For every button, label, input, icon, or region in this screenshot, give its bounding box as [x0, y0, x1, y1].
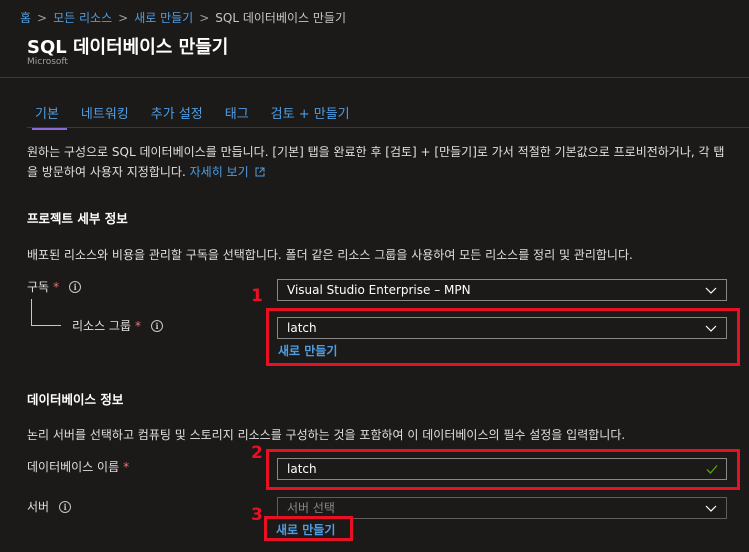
tab-review-create[interactable]: 검토 + 만들기	[271, 103, 350, 130]
intro-description: 원하는 구성으로 SQL 데이터베이스를 만듭니다. [기본] 탭을 완료한 후…	[27, 145, 725, 179]
tabs-divider	[27, 127, 749, 128]
info-icon[interactable]: i	[69, 281, 82, 293]
page-subtitle: Microsoft	[27, 57, 68, 67]
required-marker: *	[53, 280, 60, 294]
required-marker: *	[123, 460, 130, 474]
highlight-box-1	[266, 308, 740, 366]
tab-additional-settings[interactable]: 추가 설정	[151, 103, 203, 130]
resource-group-label-text: 리소스 그룹	[72, 319, 132, 333]
database-name-label-text: 데이터베이스 이름	[27, 460, 120, 474]
database-details-heading: 데이터베이스 정보	[27, 392, 124, 407]
subscription-label: 구독 * i	[27, 278, 82, 295]
annotation-number-3: 3	[251, 505, 263, 525]
highlight-box-2	[266, 449, 740, 490]
breadcrumb-create-new[interactable]: 새로 만들기	[134, 11, 193, 25]
tab-bar: 기본 네트워킹 추가 설정 태그 검토 + 만들기	[27, 103, 366, 130]
project-details-description: 배포된 리소스와 비용을 관리할 구독을 선택합니다. 폴더 같은 리소스 그룹…	[27, 248, 633, 262]
subscription-value: Visual Studio Enterprise – MPN	[287, 283, 471, 297]
tab-tags[interactable]: 태그	[225, 103, 249, 130]
tab-basics[interactable]: 기본	[32, 103, 67, 130]
subscription-select[interactable]: Visual Studio Enterprise – MPN	[277, 279, 727, 301]
highlight-box-3	[264, 516, 353, 541]
resource-group-label: 리소스 그룹 * i	[72, 317, 164, 334]
breadcrumb-separator: >	[37, 11, 48, 25]
database-name-label: 데이터베이스 이름 *	[27, 458, 129, 475]
intro-text: 원하는 구성으로 SQL 데이터베이스를 만듭니다. [기본] 탭을 완료한 후…	[27, 142, 732, 182]
info-icon[interactable]: i	[59, 501, 72, 513]
header-divider	[0, 77, 749, 78]
breadcrumb-separator: >	[118, 11, 129, 25]
server-label-text: 서버	[27, 500, 50, 514]
server-placeholder: 서버 선택	[287, 501, 335, 515]
annotation-number-1: 1	[251, 286, 263, 306]
project-details-heading: 프로젝트 세부 정보	[27, 211, 128, 226]
page-title: SQL 데이터베이스 만들기	[27, 37, 229, 58]
breadcrumb-all-resources[interactable]: 모든 리소스	[53, 11, 112, 25]
tab-networking[interactable]: 네트워킹	[81, 103, 129, 130]
server-label: 서버 i	[27, 498, 72, 515]
learn-more-link[interactable]: 자세히 보기	[190, 165, 249, 179]
breadcrumb-home[interactable]: 홈	[20, 11, 31, 25]
breadcrumb: 홈 > 모든 리소스 > 새로 만들기 > SQL 데이터베이스 만들기	[20, 9, 346, 26]
breadcrumb-current: SQL 데이터베이스 만들기	[215, 11, 347, 25]
external-link-icon	[255, 167, 265, 177]
breadcrumb-separator: >	[199, 11, 210, 25]
subscription-label-text: 구독	[27, 280, 50, 294]
tree-connector	[31, 325, 61, 326]
info-icon[interactable]: i	[151, 320, 164, 332]
required-marker: *	[135, 319, 142, 333]
annotation-number-2: 2	[251, 443, 263, 463]
chevron-down-icon	[705, 287, 717, 294]
tree-connector	[31, 299, 32, 325]
chevron-down-icon	[705, 505, 717, 512]
database-details-description: 논리 서버를 선택하고 컴퓨팅 및 스토리지 리소스를 구성하는 것을 포함하여…	[27, 428, 626, 442]
